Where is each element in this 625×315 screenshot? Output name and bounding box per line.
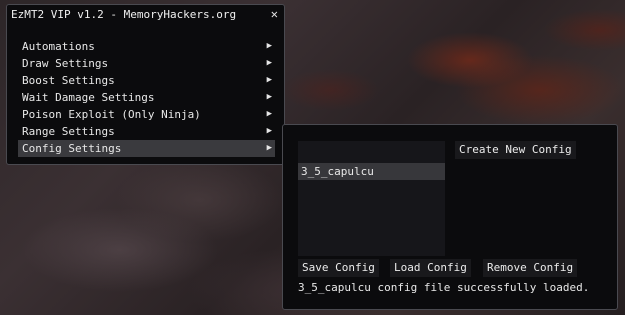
remove-config-button[interactable]: Remove Config: [483, 259, 578, 277]
close-icon[interactable]: ✕: [271, 5, 278, 24]
menu-item-automations[interactable]: Automations ▶: [18, 38, 275, 55]
menu-item-label: Wait Damage Settings: [22, 91, 155, 104]
config-list[interactable]: 3_5_capulcu: [298, 141, 445, 256]
create-new-config-button[interactable]: Create New Config: [455, 141, 576, 159]
config-settings-panel: 3_5_capulcu Create New Config Save Confi…: [282, 124, 618, 310]
menu-item-range-settings[interactable]: Range Settings ▶: [18, 123, 275, 140]
menu-item-label: Draw Settings: [22, 57, 109, 70]
main-menu-window: EzMT2 VIP v1.2 - MemoryHackers.org ✕ Aut…: [6, 4, 285, 165]
submenu-arrow-icon: ▶: [266, 109, 272, 119]
menu-item-draw-settings[interactable]: Draw Settings ▶: [18, 55, 275, 72]
window-title: EzMT2 VIP v1.2 - MemoryHackers.org: [11, 8, 237, 21]
submenu-arrow-icon: ▶: [266, 58, 272, 68]
load-config-button[interactable]: Load Config: [390, 259, 471, 277]
window-titlebar[interactable]: EzMT2 VIP v1.2 - MemoryHackers.org ✕: [7, 5, 284, 24]
menu-item-poison-exploit[interactable]: Poison Exploit (Only Ninja) ▶: [18, 106, 275, 123]
settings-menu: Automations ▶ Draw Settings ▶ Boost Sett…: [7, 38, 284, 157]
save-config-button[interactable]: Save Config: [298, 259, 379, 277]
submenu-arrow-icon: ▶: [266, 92, 272, 102]
menu-item-label: Range Settings: [22, 125, 115, 138]
submenu-arrow-icon: ▶: [266, 41, 272, 51]
submenu-arrow-icon: ▶: [266, 126, 272, 136]
menu-item-label: Automations: [22, 40, 95, 53]
menu-item-label: Config Settings: [22, 142, 122, 155]
menu-item-label: Poison Exploit (Only Ninja): [22, 108, 201, 121]
menu-item-boost-settings[interactable]: Boost Settings ▶: [18, 72, 275, 89]
submenu-arrow-icon: ▶: [266, 143, 272, 153]
menu-item-label: Boost Settings: [22, 74, 115, 87]
menu-item-config-settings[interactable]: Config Settings ▶: [18, 140, 275, 157]
status-message: 3_5_capulcu config file successfully loa…: [298, 281, 590, 294]
config-list-item[interactable]: 3_5_capulcu: [298, 163, 445, 180]
submenu-arrow-icon: ▶: [266, 75, 272, 85]
menu-item-wait-damage-settings[interactable]: Wait Damage Settings ▶: [18, 89, 275, 106]
